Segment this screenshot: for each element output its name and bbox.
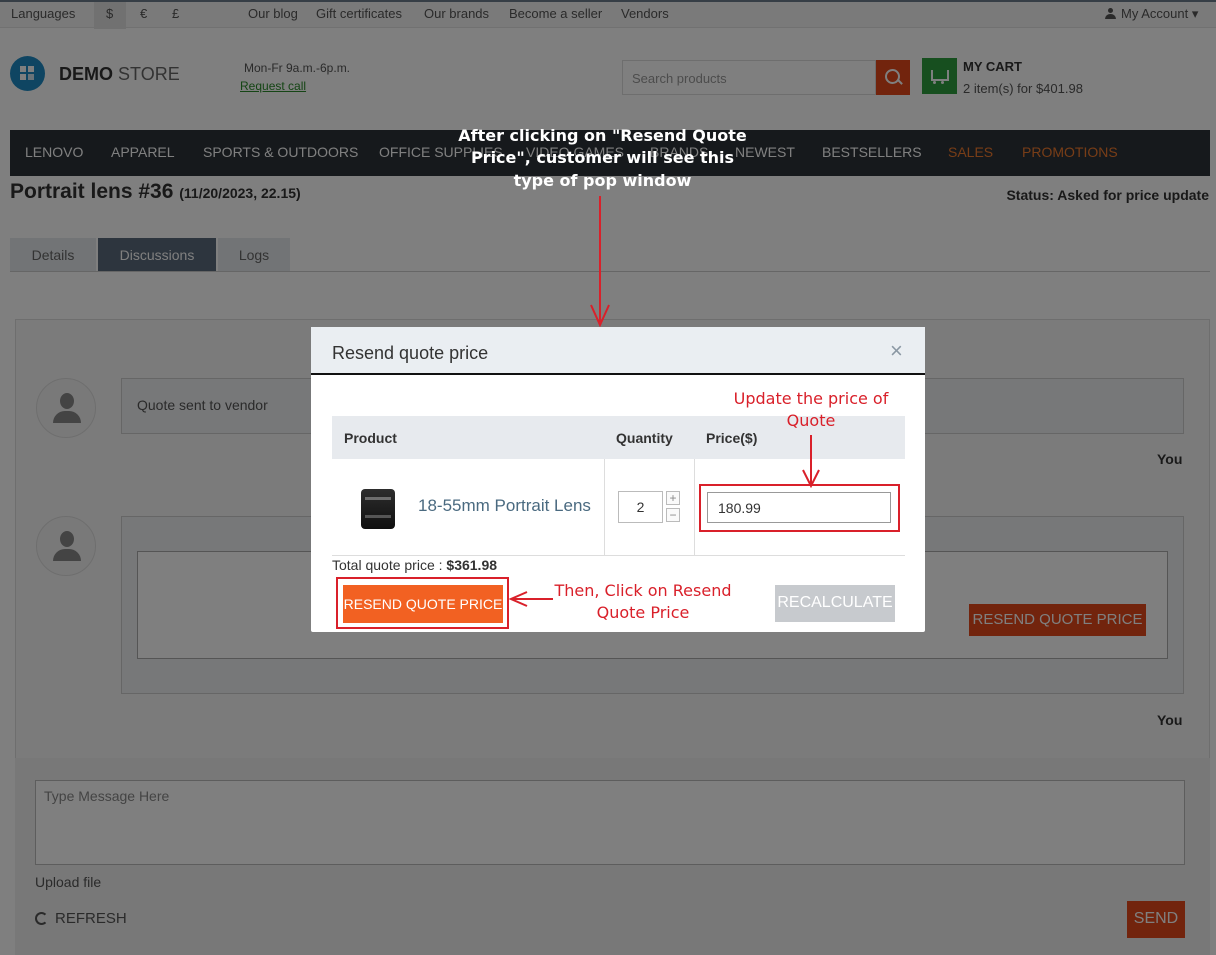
annotation-popup-note: After clicking on "Resend Quote Price", … [458,126,747,190]
price-highlight [699,484,900,532]
lens-ring [365,515,391,518]
close-icon[interactable]: × [890,338,903,364]
column-header-quantity: Quantity [616,430,673,446]
total-quote-price: Total quote price : $361.98 [332,557,497,573]
annotation-click-note: Then, Click on Resend Quote Price [554,581,732,623]
row-divider [332,555,905,556]
lens-ring [365,497,391,500]
camera-lens-icon [361,489,395,529]
total-value: $361.98 [446,557,498,573]
modal-title: Resend quote price [332,343,489,363]
quantity-input[interactable]: 2 [618,491,663,523]
arrow-head-icon [802,469,820,488]
cell-divider [604,459,605,555]
arrow-head-icon [509,591,528,607]
annotation-price-note: Update the price of Quote [733,389,889,431]
product-name-link[interactable]: 18-55mm Portrait Lens [418,496,591,516]
recalculate-button[interactable]: RECALCULATE [775,585,895,622]
resend-highlight [336,577,509,629]
quantity-decrease-button[interactable]: − [666,508,680,522]
arrow-head-icon [590,304,610,327]
quantity-increase-button[interactable]: + [666,491,680,505]
total-label: Total quote price : [332,557,447,573]
cell-divider [694,459,695,555]
product-image [361,489,395,529]
column-header-product: Product [344,430,397,446]
